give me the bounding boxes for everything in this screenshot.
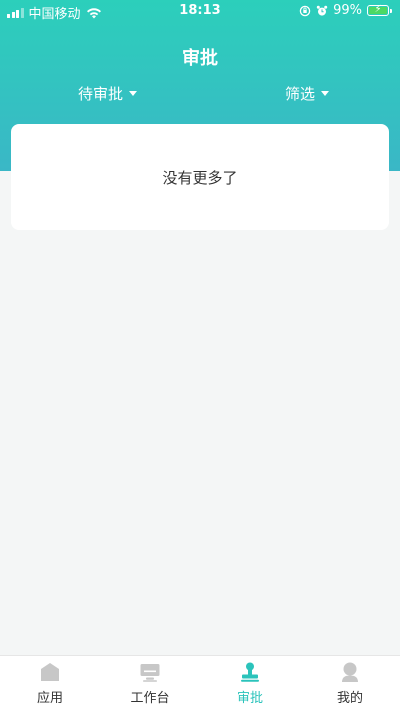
- tab-workbench[interactable]: 工作台: [100, 656, 200, 711]
- battery-percent: 99%: [333, 3, 362, 18]
- tab-apps-label: 应用: [36, 691, 63, 706]
- tab-approval[interactable]: 审批: [200, 656, 300, 711]
- pending-filter-label: 待审批: [78, 85, 124, 103]
- pending-filter-dropdown[interactable]: 待审批: [78, 83, 138, 104]
- tab-approval-label: 审批: [236, 691, 263, 706]
- user-icon: [342, 662, 358, 682]
- filter-dropdown[interactable]: 筛选: [285, 83, 330, 104]
- empty-message: 没有更多了: [162, 168, 238, 187]
- empty-list-card: 没有更多了: [11, 124, 389, 230]
- filter-label: 筛选: [285, 85, 316, 103]
- caret-down-icon: [129, 91, 138, 96]
- home-icon: [41, 663, 59, 681]
- status-right: 99% ⚡: [299, 3, 392, 18]
- stamp-icon: [241, 662, 259, 682]
- caret-down-icon: [321, 91, 330, 96]
- tab-apps[interactable]: 应用: [0, 656, 100, 711]
- alarm-icon: [316, 5, 328, 16]
- rotation-lock-icon: [299, 5, 311, 16]
- status-bar: 中国移动 18:13 99% ⚡: [0, 0, 400, 22]
- monitor-icon: [140, 664, 160, 682]
- battery-icon: ⚡: [367, 4, 389, 16]
- page-title: 审批: [182, 48, 218, 69]
- tab-mine-label: 我的: [336, 691, 363, 706]
- bottom-tab-bar: 应用 工作台 审批 我的: [0, 655, 400, 711]
- battery-cap: [390, 8, 392, 13]
- tab-workbench-label: 工作台: [130, 691, 170, 706]
- tab-mine[interactable]: 我的: [300, 656, 400, 711]
